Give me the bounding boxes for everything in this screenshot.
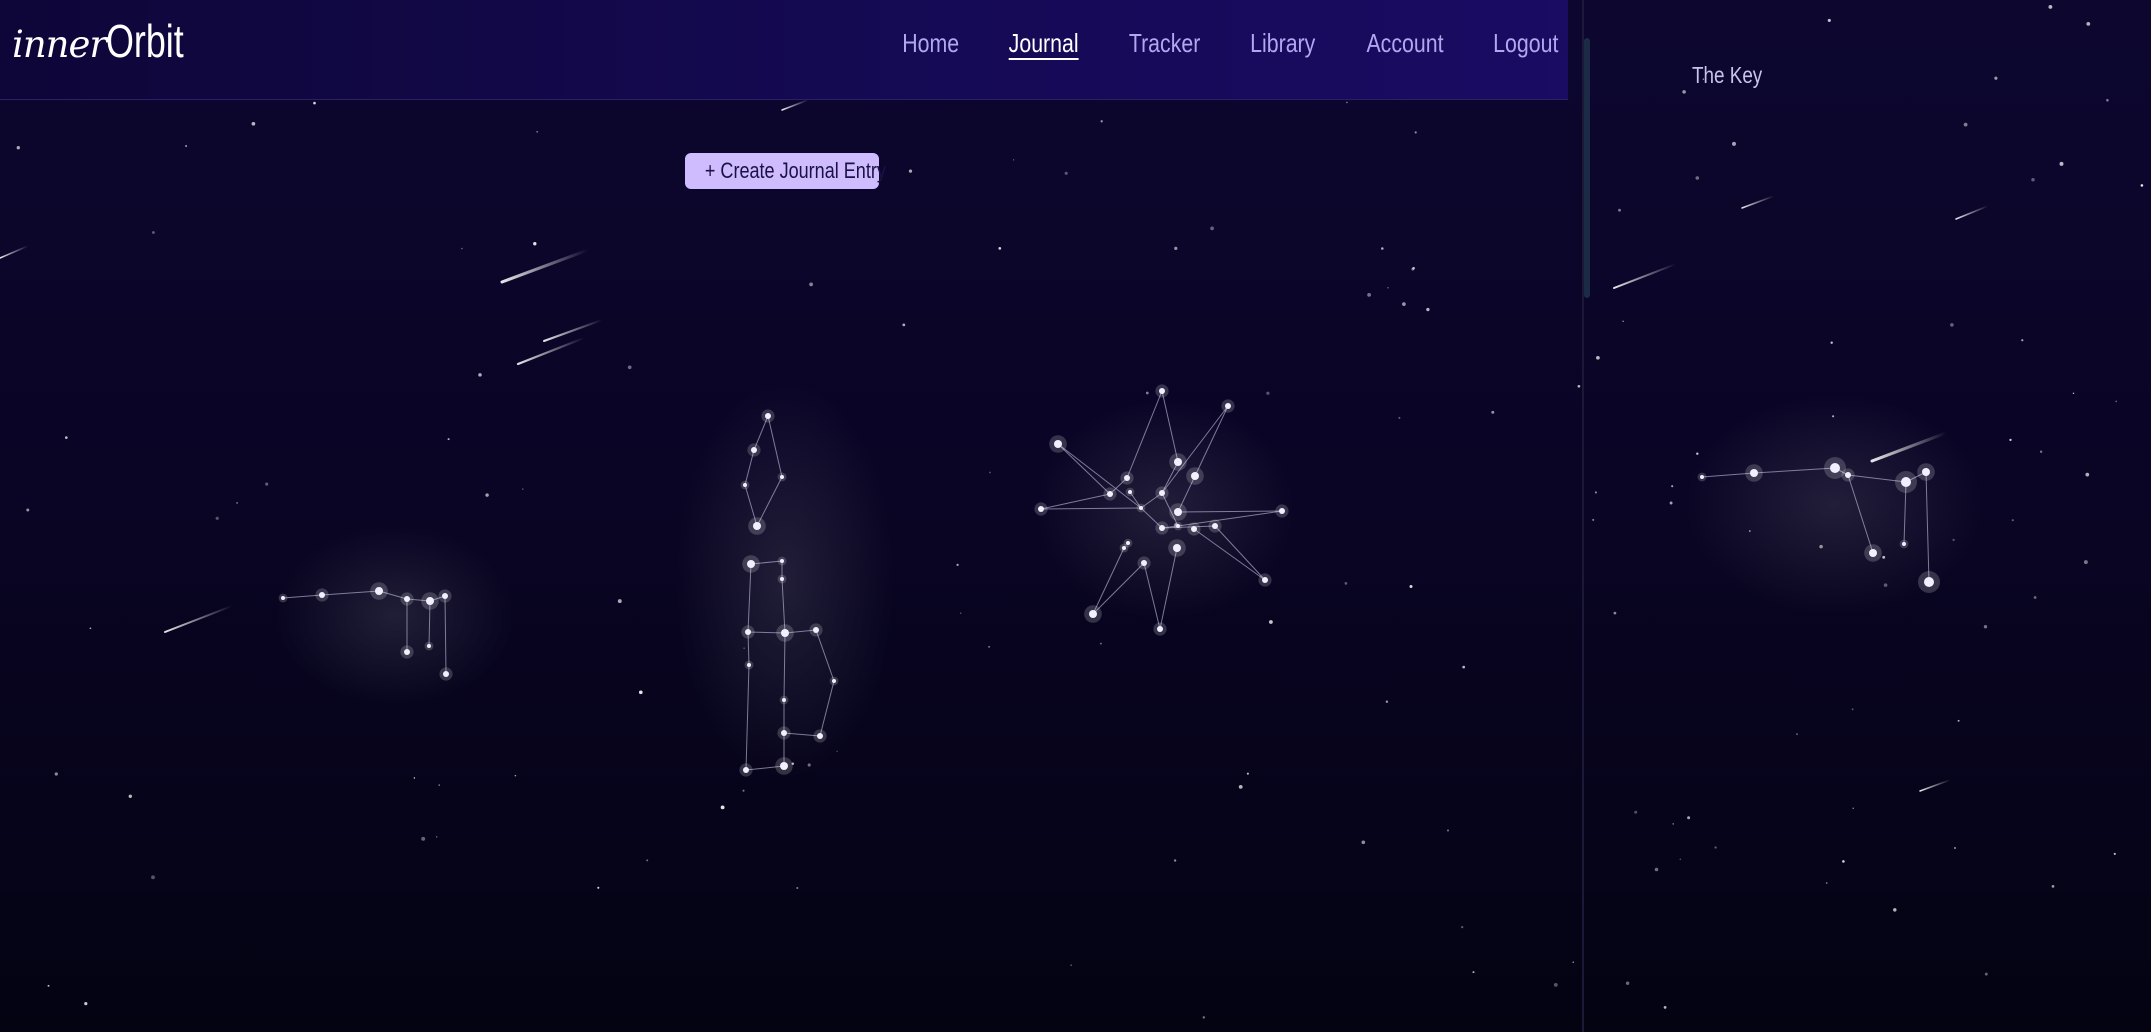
constellation-starburst[interactable] bbox=[1034, 384, 1295, 636]
nav-account-link[interactable]: Account bbox=[1366, 28, 1443, 59]
constellation-star bbox=[781, 629, 789, 637]
constellation-star bbox=[1924, 577, 1934, 587]
constellation-star bbox=[780, 577, 784, 581]
constellation-star bbox=[1173, 544, 1181, 552]
constellation-star bbox=[1128, 490, 1132, 494]
constellation-star bbox=[1159, 490, 1165, 496]
constellation-star bbox=[1279, 508, 1285, 514]
nav-library-link[interactable]: Library bbox=[1250, 28, 1315, 59]
constellation-star bbox=[780, 475, 784, 479]
constellation-star bbox=[832, 679, 836, 683]
constellation-star bbox=[1122, 546, 1126, 550]
constellation-star bbox=[1191, 526, 1197, 532]
constellation-star bbox=[427, 644, 431, 648]
constellation-star bbox=[1126, 541, 1130, 545]
constellation-star bbox=[1174, 508, 1182, 516]
constellation-star bbox=[1089, 610, 1097, 618]
constellation-star bbox=[1830, 463, 1840, 473]
create-journal-entry-label: + Create Journal Entry bbox=[704, 158, 886, 183]
constellation-star bbox=[1159, 525, 1165, 531]
constellation-star bbox=[1174, 458, 1182, 466]
constellation-star bbox=[1700, 475, 1704, 479]
constellation-star bbox=[765, 413, 771, 419]
constellation-star bbox=[1902, 542, 1906, 546]
constellation-star bbox=[1124, 475, 1130, 481]
panel-resize-handle[interactable] bbox=[1584, 38, 1590, 298]
constellation-left[interactable] bbox=[275, 525, 515, 705]
constellation-star bbox=[780, 762, 788, 770]
constellation-star bbox=[743, 483, 747, 487]
nav-home-link[interactable]: Home bbox=[902, 28, 959, 59]
key-panel-title: The Key bbox=[1692, 62, 1763, 88]
constellation-star bbox=[1038, 506, 1044, 512]
top-navigation-bar: innerOrbit Home Journal Tracker Library … bbox=[0, 0, 1568, 100]
constellation-star bbox=[319, 592, 325, 598]
nav-journal-link[interactable]: Journal bbox=[1008, 28, 1078, 59]
constellation-star bbox=[1139, 506, 1143, 510]
logo-script-text: inner bbox=[12, 23, 107, 66]
constellation-center[interactable] bbox=[675, 380, 895, 780]
key-constellation-shape[interactable] bbox=[1684, 395, 1984, 615]
create-journal-entry-button[interactable]: + Create Journal Entry bbox=[685, 153, 886, 189]
constellation-star bbox=[281, 596, 285, 600]
nav-logout-link[interactable]: Logout bbox=[1494, 28, 1559, 59]
constellation-star bbox=[1750, 469, 1758, 477]
constellation-star bbox=[1159, 388, 1165, 394]
constellation-star bbox=[1157, 626, 1163, 632]
constellation-star bbox=[780, 559, 784, 563]
constellation-star bbox=[426, 597, 434, 605]
constellation-star bbox=[1191, 472, 1199, 480]
constellation-star bbox=[747, 663, 751, 667]
constellation-star bbox=[1107, 491, 1113, 497]
constellation-star bbox=[404, 649, 410, 655]
nav-tracker-link[interactable]: Tracker bbox=[1129, 28, 1200, 59]
constellation-star bbox=[1054, 440, 1062, 448]
constellation-star bbox=[817, 733, 823, 739]
main-nav: Home Journal Tracker Library Account Log… bbox=[896, 28, 1566, 59]
constellation-star bbox=[1845, 472, 1851, 478]
constellation-star bbox=[1901, 477, 1911, 487]
key-constellation[interactable] bbox=[1584, 0, 2151, 1032]
constellation-star bbox=[375, 587, 383, 595]
inner-orbit-logo[interactable]: innerOrbit bbox=[12, 14, 206, 68]
constellation-star bbox=[781, 730, 787, 736]
constellation-star bbox=[1176, 524, 1180, 528]
constellation-star bbox=[1922, 468, 1930, 476]
constellation-star bbox=[1869, 549, 1877, 557]
constellation-glow bbox=[1035, 400, 1295, 620]
constellation-star bbox=[753, 522, 761, 530]
key-panel: The Key bbox=[1584, 0, 2151, 1032]
constellation-star bbox=[743, 767, 749, 773]
journal-sky-view: innerOrbit Home Journal Tracker Library … bbox=[0, 0, 1584, 1032]
constellation-star bbox=[443, 671, 449, 677]
constellation-star bbox=[745, 629, 751, 635]
constellation-star bbox=[442, 593, 448, 599]
constellation-star bbox=[782, 698, 786, 702]
constellation-glow bbox=[275, 525, 515, 705]
constellation-star bbox=[1212, 523, 1218, 529]
logo-word-text: Orbit bbox=[106, 15, 184, 67]
constellation-star bbox=[404, 596, 410, 602]
constellation-star bbox=[747, 560, 755, 568]
constellation-star bbox=[1141, 560, 1147, 566]
constellation-star bbox=[751, 447, 757, 453]
constellation-star bbox=[1262, 577, 1268, 583]
constellation-star bbox=[1225, 403, 1231, 409]
constellation-star bbox=[813, 627, 819, 633]
